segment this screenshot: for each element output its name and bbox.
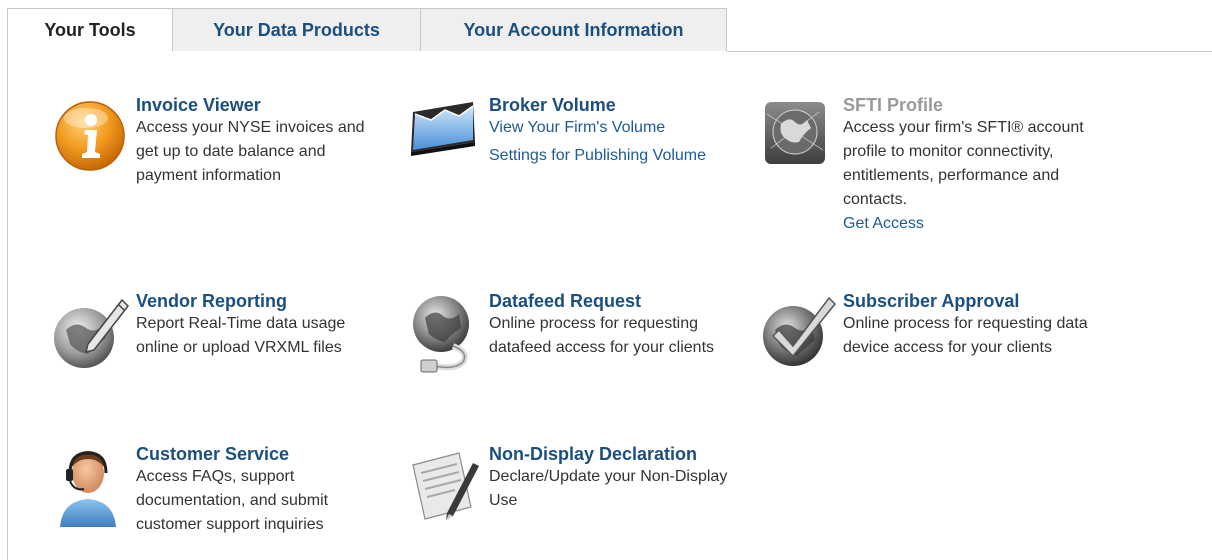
tools-panel: Invoice Viewer Access your NYSE invoices…	[7, 52, 1212, 560]
globe-checkmark-icon[interactable]	[755, 290, 839, 379]
document-pen-icon[interactable]	[401, 443, 485, 532]
headset-agent-icon[interactable]	[48, 443, 132, 532]
non-display-declaration-description: Declare/Update your Non-Display Use	[489, 468, 728, 509]
globe-network-icon	[755, 94, 839, 183]
subscriber-approval-description: Online process for requesting data devic…	[843, 315, 1088, 356]
broker-volume-title[interactable]: Broker Volume	[489, 94, 739, 116]
publishing-volume-settings-link[interactable]: Settings for Publishing Volume	[489, 144, 739, 168]
volume-chart-icon[interactable]	[401, 94, 485, 183]
invoice-viewer-title[interactable]: Invoice Viewer	[136, 94, 386, 116]
sfti-profile-description: Access your firm's SFTI® account profile…	[843, 119, 1084, 208]
tab-your-account-information[interactable]: Your Account Information	[420, 8, 727, 51]
customer-service-description: Access FAQs, support documentation, and …	[136, 468, 329, 533]
datafeed-request-description: Online process for requesting datafeed a…	[489, 315, 715, 356]
sfti-profile-title: SFTI Profile	[843, 95, 944, 115]
customer-service-title[interactable]: Customer Service	[136, 443, 386, 465]
globe-cable-icon[interactable]	[401, 290, 485, 379]
view-firm-volume-link[interactable]: View Your Firm's Volume	[489, 116, 739, 140]
tab-your-data-products[interactable]: Your Data Products	[172, 8, 421, 51]
datafeed-request-title[interactable]: Datafeed Request	[489, 290, 739, 312]
tab-your-tools[interactable]: Your Tools	[7, 8, 173, 52]
get-access-link[interactable]: Get Access	[843, 212, 1093, 236]
tab-bar: Your Tools Your Data Products Your Accou…	[0, 0, 1212, 52]
vendor-reporting-title[interactable]: Vendor Reporting	[136, 290, 386, 312]
vendor-reporting-description: Report Real-Time data usage online or up…	[136, 315, 346, 356]
invoice-viewer-description: Access your NYSE invoices and get up to …	[136, 119, 365, 184]
info-icon[interactable]	[48, 94, 132, 183]
subscriber-approval-title[interactable]: Subscriber Approval	[843, 290, 1093, 312]
globe-pen-icon[interactable]	[48, 290, 132, 379]
non-display-declaration-title[interactable]: Non-Display Declaration	[489, 443, 739, 465]
